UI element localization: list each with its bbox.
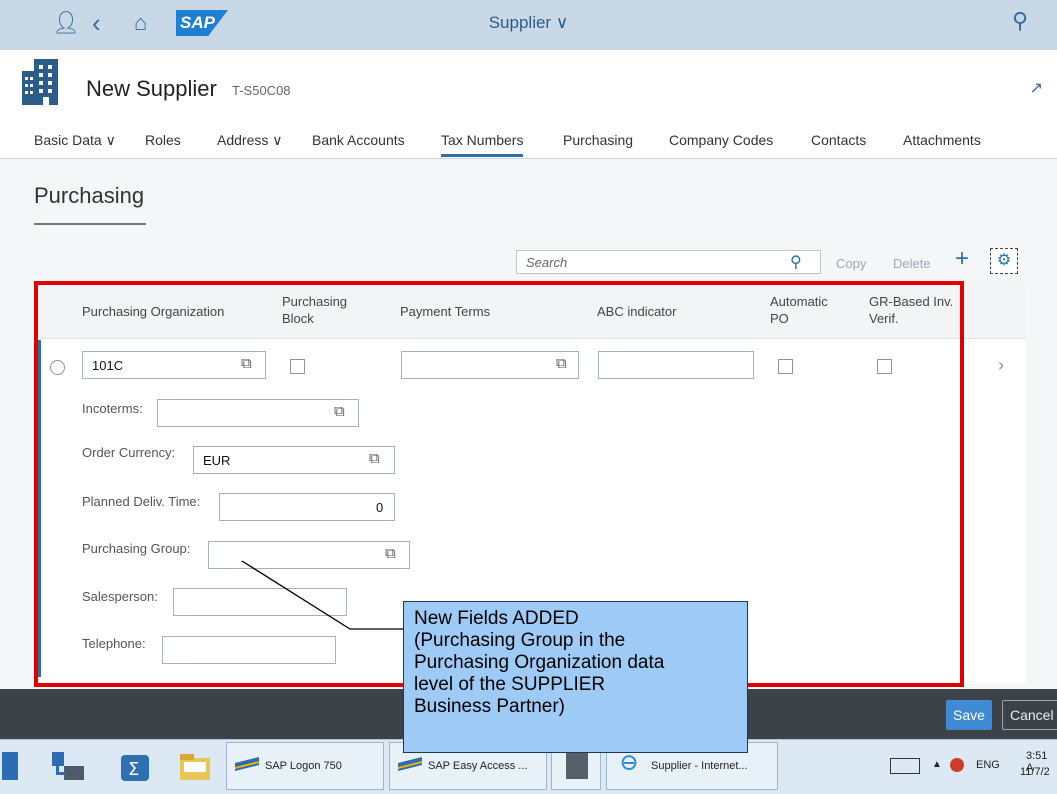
keyboard-icon[interactable] — [890, 758, 920, 774]
tab-purchasing[interactable]: Purchasing — [563, 132, 633, 148]
language-indicator[interactable]: ENG — [976, 759, 1000, 771]
tray-expand-icon[interactable]: ▲ — [932, 759, 942, 770]
system-tray: ▲ ENG 3:51 A 11/7/2 — [880, 742, 1057, 790]
callout-line: New Fields ADDED — [414, 608, 579, 629]
taskbar-item-sap-logon[interactable]: SAP Logon 750 — [226, 742, 384, 790]
sap-gui-icon — [398, 757, 422, 771]
sap-logon-icon — [235, 757, 259, 771]
search-icon[interactable]: ⚲ — [1012, 8, 1028, 34]
tab-contacts[interactable]: Contacts — [811, 132, 866, 148]
copy-button[interactable]: Copy — [836, 256, 866, 271]
row-navigation-icon[interactable]: › — [998, 355, 1004, 376]
sigma-app-icon[interactable]: Σ — [120, 754, 150, 782]
taskbar-item-label: SAP Logon 750 — [265, 760, 342, 772]
svg-text:Σ: Σ — [128, 759, 139, 780]
annotation-callout: New Fields ADDED (Purchasing Group in th… — [403, 601, 748, 753]
section-underline — [34, 223, 146, 225]
start-icon[interactable] — [2, 752, 18, 780]
share-icon[interactable]: ↗ — [1030, 78, 1043, 98]
add-button[interactable]: + — [955, 247, 969, 271]
building-icon — [22, 59, 58, 105]
callout-line: Purchasing Organization data — [414, 652, 665, 673]
delete-button[interactable]: Delete — [893, 256, 931, 271]
internet-explorer-icon — [621, 755, 637, 771]
file-explorer-icon[interactable] — [178, 752, 212, 782]
clock-date[interactable]: 11/7/2 — [1020, 766, 1050, 778]
tab-attachments[interactable]: Attachments — [903, 132, 981, 148]
tab-company-codes[interactable]: Company Codes — [669, 132, 773, 148]
app-title[interactable]: Supplier ∨ — [0, 13, 1057, 33]
settings-icon[interactable]: ⚙ — [990, 248, 1018, 274]
callout-line: level of the SUPPLIER — [414, 674, 606, 695]
taskbar-item-label: SAP Easy Access ... — [428, 760, 528, 772]
callout-line: Business Partner) — [414, 696, 566, 717]
taskbar-item-label: Supplier - Internet... — [651, 760, 748, 772]
tab-tax-numbers[interactable]: Tax Numbers — [441, 132, 524, 157]
callout-line: (Purchasing Group in the — [414, 630, 626, 651]
save-button[interactable]: Save — [946, 700, 992, 730]
chip-icon — [566, 753, 588, 779]
tab-bank-accounts[interactable]: Bank Accounts — [312, 132, 405, 148]
search-placeholder: Search — [526, 255, 568, 270]
cancel-button[interactable]: Cancel — [1002, 700, 1057, 730]
security-alert-icon[interactable] — [950, 758, 964, 772]
section-title: Purchasing — [34, 183, 145, 208]
search-icon[interactable]: ⚲ — [790, 252, 802, 272]
tab-address[interactable]: Address ∨ — [217, 132, 283, 149]
page-title: New Supplier — [86, 76, 217, 101]
tab-basic-data[interactable]: Basic Data ∨ — [34, 132, 116, 149]
page-subtitle: T-S50C08 — [232, 83, 291, 98]
network-icon[interactable] — [52, 752, 86, 782]
tab-roles[interactable]: Roles — [145, 132, 181, 148]
